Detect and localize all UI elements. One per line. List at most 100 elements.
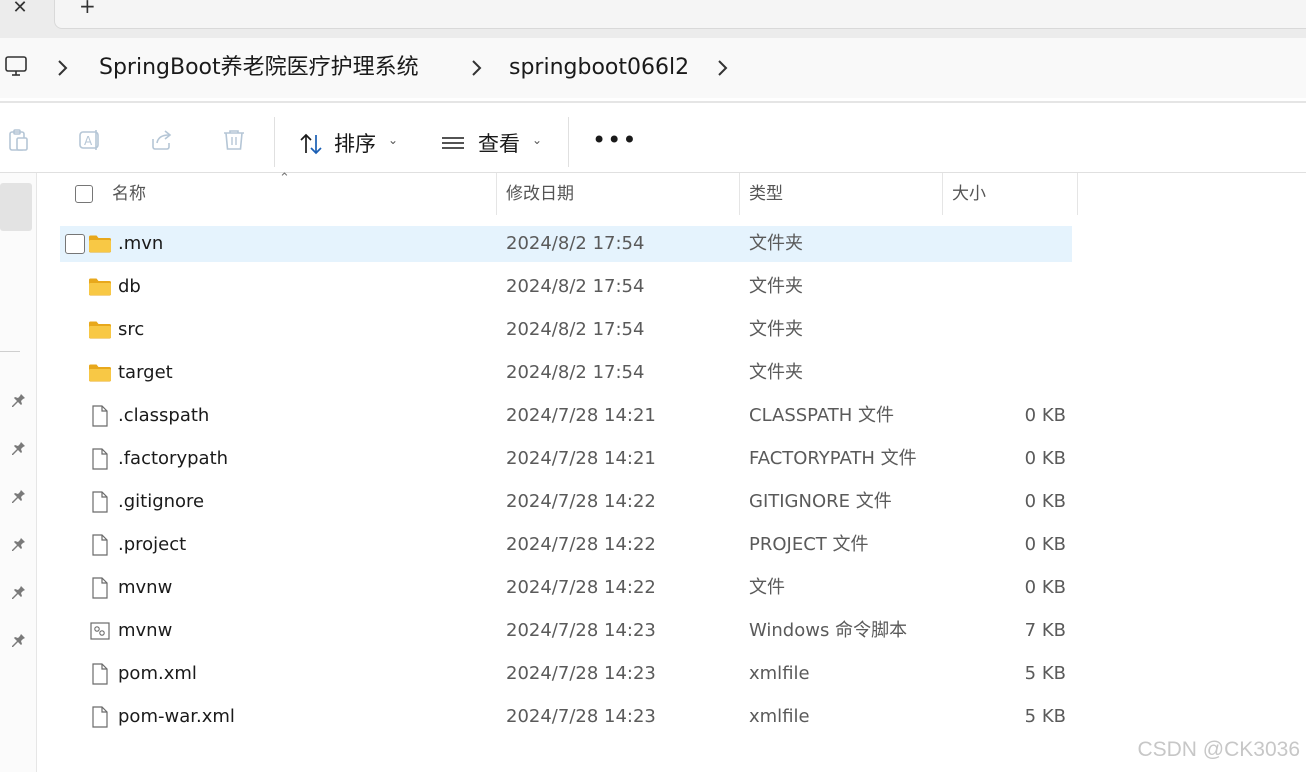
view-label: 查看	[478, 132, 520, 156]
file-type: 文件夹	[749, 319, 803, 340]
watermark: CSDN @CK3036	[1137, 738, 1300, 761]
file-name: mvnw	[118, 577, 173, 598]
column-resize-handle[interactable]	[1077, 173, 1078, 215]
chevron-right-icon[interactable]	[52, 54, 74, 82]
file-row[interactable]: .project 2024/7/28 14:22 PROJECT 文件 0 KB	[60, 527, 1072, 563]
column-header-type[interactable]: 类型	[749, 183, 783, 205]
chevron-right-icon[interactable]	[466, 54, 488, 82]
file-row[interactable]: pom-war.xml 2024/7/28 14:23 xmlfile 5 KB	[60, 699, 1072, 735]
computer-icon[interactable]	[4, 54, 28, 78]
file-date-modified: 2024/7/28 14:22	[506, 534, 656, 555]
divider	[0, 351, 20, 352]
file-size: 5 KB	[1024, 706, 1066, 727]
delete-icon[interactable]	[221, 127, 247, 153]
nav-pane-scrollbar[interactable]	[0, 183, 32, 231]
file-icon	[88, 447, 112, 471]
more-icon[interactable]: •••	[592, 125, 637, 155]
file-type: FACTORYPATH 文件	[749, 448, 917, 469]
file-type: 文件	[749, 577, 785, 598]
sort-label: 排序	[334, 132, 376, 156]
pin-icon[interactable]	[10, 391, 26, 407]
toolbar-divider	[274, 117, 275, 167]
file-icon	[88, 662, 112, 686]
file-row[interactable]: .gitignore 2024/7/28 14:22 GITIGNORE 文件 0 K…	[60, 484, 1072, 520]
file-type: xmlfile	[749, 706, 810, 727]
file-name: .project	[118, 534, 187, 555]
address-bar[interactable]: SpringBoot养老院医疗护理系统 springboot066l2	[0, 38, 1306, 98]
sort-indicator-icon: ⌃	[279, 171, 290, 186]
chevron-down-icon: ⌄	[532, 133, 543, 147]
script-file-icon	[88, 619, 112, 643]
file-name: .mvn	[118, 233, 164, 254]
column-resize-handle[interactable]	[942, 173, 943, 215]
file-row[interactable]: mvnw 2024/7/28 14:23 Windows 命令脚本 7 KB	[60, 613, 1072, 649]
file-row[interactable]: .mvn 2024/8/2 17:54 文件夹	[60, 226, 1072, 262]
file-row[interactable]: .factorypath 2024/7/28 14:21 FACTORYPATH 文…	[60, 441, 1072, 477]
sort-icon	[300, 133, 322, 155]
file-date-modified: 2024/7/28 14:22	[506, 577, 656, 598]
new-tab-button[interactable]: +	[54, 0, 1306, 29]
folder-icon	[88, 318, 112, 342]
file-row[interactable]: .classpath 2024/7/28 14:21 CLASSPATH 文件 0 K…	[60, 398, 1072, 434]
file-type: Windows 命令脚本	[749, 620, 908, 641]
folder-icon	[88, 361, 112, 385]
column-header-size[interactable]: 大小	[952, 183, 986, 205]
file-name: .gitignore	[118, 491, 205, 512]
file-row[interactable]: target 2024/8/2 17:54 文件夹	[60, 355, 1072, 391]
file-icon	[88, 490, 112, 514]
file-date-modified: 2024/8/2 17:54	[506, 362, 645, 383]
sort-button[interactable]: 排序 ⌄	[290, 113, 410, 165]
file-icon	[88, 576, 112, 600]
command-bar: A 排序 ⌄ 查看 ⌄ •••	[0, 103, 1306, 173]
file-size: 0 KB	[1024, 405, 1066, 426]
chevron-right-icon[interactable]	[712, 54, 734, 82]
file-type: CLASSPATH 文件	[749, 405, 895, 426]
file-type: PROJECT 文件	[749, 534, 869, 555]
column-header-date[interactable]: 修改日期	[506, 183, 574, 205]
file-date-modified: 2024/8/2 17:54	[506, 233, 645, 254]
file-icon	[88, 533, 112, 557]
column-resize-handle[interactable]	[739, 173, 740, 215]
paste-icon[interactable]	[5, 127, 31, 153]
file-type: 文件夹	[749, 362, 803, 383]
file-name: db	[118, 276, 141, 297]
file-row[interactable]: db 2024/8/2 17:54 文件夹	[60, 269, 1072, 305]
file-name: src	[118, 319, 145, 340]
file-date-modified: 2024/7/28 14:21	[506, 448, 656, 469]
file-icon	[88, 705, 112, 729]
file-date-modified: 2024/8/2 17:54	[506, 319, 645, 340]
view-button[interactable]: 查看 ⌄	[432, 113, 552, 165]
column-header-row: ⌃ 名称 修改日期 类型 大小	[60, 171, 1078, 215]
file-row[interactable]: pom.xml 2024/7/28 14:23 xmlfile 5 KB	[60, 656, 1072, 692]
file-date-modified: 2024/7/28 14:21	[506, 405, 656, 426]
column-resize-handle[interactable]	[496, 173, 497, 215]
file-date-modified: 2024/8/2 17:54	[506, 276, 645, 297]
breadcrumb-item[interactable]: SpringBoot养老院医疗护理系统	[99, 52, 419, 84]
file-name: .classpath	[118, 405, 210, 426]
file-name: pom-war.xml	[118, 706, 235, 727]
toolbar-divider	[568, 117, 569, 167]
row-checkbox[interactable]	[65, 234, 85, 254]
pin-icon[interactable]	[10, 535, 26, 551]
file-name: mvnw	[118, 620, 173, 641]
file-name: .factorypath	[118, 448, 229, 469]
folder-icon	[88, 232, 112, 256]
close-tab-icon[interactable]: ✕	[8, 0, 32, 20]
share-icon[interactable]	[149, 127, 175, 153]
file-row[interactable]: src 2024/8/2 17:54 文件夹	[60, 312, 1072, 348]
rename-icon[interactable]: A	[77, 127, 103, 153]
file-type: 文件夹	[749, 233, 803, 254]
breadcrumb-item-current[interactable]: springboot066l2	[509, 52, 689, 84]
file-type: GITIGNORE 文件	[749, 491, 892, 512]
pin-icon[interactable]	[10, 631, 26, 647]
select-all-checkbox[interactable]	[75, 185, 93, 203]
file-name: pom.xml	[118, 663, 197, 684]
chevron-down-icon: ⌄	[388, 133, 399, 147]
file-type: 文件夹	[749, 276, 803, 297]
pin-icon[interactable]	[10, 439, 26, 455]
file-row[interactable]: mvnw 2024/7/28 14:22 文件 0 KB	[60, 570, 1072, 606]
pin-icon[interactable]	[10, 583, 26, 599]
column-header-name[interactable]: 名称	[112, 183, 146, 205]
pin-icon[interactable]	[10, 487, 26, 503]
folder-icon	[88, 275, 112, 299]
